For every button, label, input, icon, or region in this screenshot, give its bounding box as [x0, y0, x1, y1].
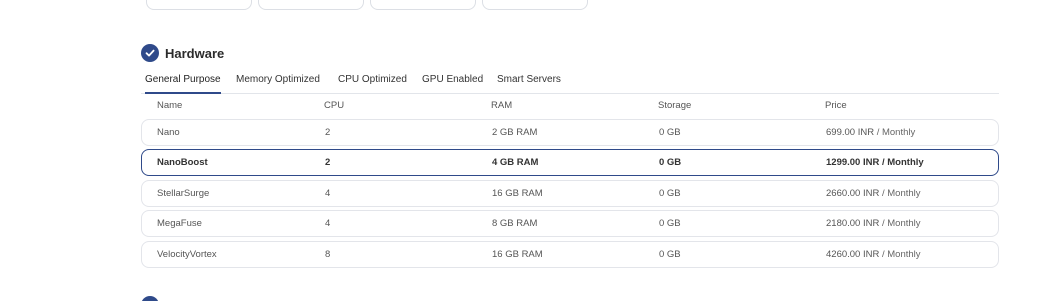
option-card[interactable] — [482, 0, 588, 10]
tab-smart-servers[interactable]: Smart Servers — [497, 72, 561, 92]
section-title: Hardware — [165, 45, 225, 61]
tab-general-purpose[interactable]: General Purpose — [145, 72, 221, 94]
price-period: / Monthly — [881, 218, 921, 229]
table-row-selected[interactable]: NanoBoost 2 4 GB RAM 0 GB 1299.00 INR / … — [141, 149, 999, 176]
previous-section-cards — [146, 0, 588, 10]
next-section-icon — [141, 296, 159, 301]
row-price: 2660.00 INR / Monthly — [826, 188, 921, 199]
row-storage: 0 GB — [659, 188, 681, 199]
row-price: 699.00 INR / Monthly — [826, 127, 915, 138]
tab-memory-optimized[interactable]: Memory Optimized — [236, 72, 320, 92]
row-ram: 16 GB RAM — [492, 188, 543, 199]
row-storage: 0 GB — [659, 157, 682, 168]
row-storage: 0 GB — [659, 218, 681, 229]
row-price: 2180.00 INR / Monthly — [826, 218, 921, 229]
table-row[interactable]: MegaFuse 4 8 GB RAM 0 GB 2180.00 INR / M… — [141, 210, 999, 237]
price-period: / Monthly — [881, 157, 924, 168]
row-ram: 16 GB RAM — [492, 249, 543, 260]
row-price: 4260.00 INR / Monthly — [826, 249, 921, 260]
price-period: / Monthly — [881, 188, 921, 199]
row-storage: 0 GB — [659, 127, 681, 138]
column-header-ram: RAM — [491, 100, 513, 111]
row-name: Nano — [157, 127, 180, 138]
tab-gpu-enabled[interactable]: GPU Enabled — [422, 72, 483, 92]
row-name: NanoBoost — [157, 157, 208, 168]
option-card[interactable] — [146, 0, 252, 10]
price-period: / Monthly — [876, 127, 916, 138]
price-amount: 1299.00 INR — [826, 157, 880, 168]
price-period: / Monthly — [881, 249, 921, 260]
option-card[interactable] — [258, 0, 364, 10]
row-cpu: 4 — [325, 188, 331, 199]
row-cpu: 8 — [325, 249, 331, 260]
row-ram: 2 GB RAM — [492, 127, 538, 138]
row-cpu: 4 — [325, 218, 331, 229]
row-price: 1299.00 INR / Monthly — [826, 157, 924, 168]
column-header-price: Price — [825, 100, 847, 111]
row-name: VelocityVortex — [157, 249, 217, 260]
row-ram: 8 GB RAM — [492, 218, 538, 229]
column-header-name: Name — [157, 100, 183, 111]
tab-cpu-optimized[interactable]: CPU Optimized — [338, 72, 407, 92]
row-name: MegaFuse — [157, 218, 202, 229]
row-cpu: 2 — [325, 127, 331, 138]
row-name: StellarSurge — [157, 188, 210, 199]
price-amount: 4260.00 INR — [826, 249, 880, 260]
price-amount: 2180.00 INR — [826, 218, 880, 229]
column-header-cpu: CPU — [324, 100, 345, 111]
option-card[interactable] — [370, 0, 476, 10]
price-amount: 699.00 INR — [826, 127, 875, 138]
table-header: Name CPU RAM Storage Price — [141, 98, 999, 114]
table-row[interactable]: StellarSurge 4 16 GB RAM 0 GB 2660.00 IN… — [141, 180, 999, 207]
table-row[interactable]: VelocityVortex 8 16 GB RAM 0 GB 4260.00 … — [141, 241, 999, 268]
price-amount: 2660.00 INR — [826, 188, 880, 199]
row-ram: 4 GB RAM — [492, 157, 539, 168]
row-cpu: 2 — [325, 157, 331, 168]
table-row[interactable]: Nano 2 2 GB RAM 0 GB 699.00 INR / Monthl… — [141, 119, 999, 146]
row-storage: 0 GB — [659, 249, 681, 260]
hardware-tabs: General Purpose Memory Optimized CPU Opt… — [141, 72, 999, 94]
hardware-section-header: Hardware — [141, 44, 224, 62]
column-header-storage: Storage — [658, 100, 692, 111]
check-circle-icon — [141, 44, 159, 62]
page: Hardware General Purpose Memory Optimize… — [0, 0, 1053, 301]
